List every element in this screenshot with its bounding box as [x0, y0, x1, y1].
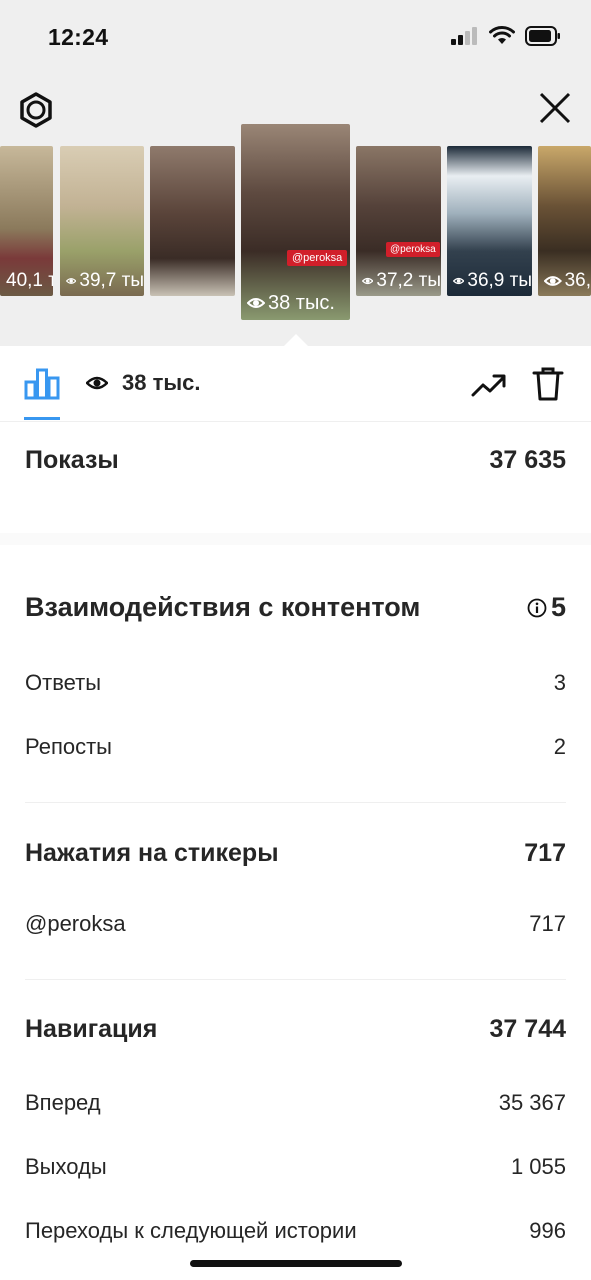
metric-row: Выходы 1 055 — [25, 1154, 566, 1180]
eye-icon — [86, 376, 108, 390]
eye-icon — [66, 278, 77, 284]
mention-sticker: @peroksa — [287, 250, 348, 266]
story-thumbnail[interactable]: 36, — [538, 146, 591, 296]
battery-icon — [525, 26, 560, 46]
next-story-value: 996 — [529, 1218, 566, 1243]
reposts-value: 2 — [553, 734, 566, 759]
forward-label: Вперед — [25, 1090, 101, 1115]
trash-icon — [532, 367, 564, 401]
forward-value: 35 367 — [498, 1090, 566, 1115]
story-views: 38 тыс. — [268, 291, 335, 314]
story-views: 37,2 ты — [376, 270, 441, 291]
navigation-value: 37 744 — [489, 1015, 566, 1043]
impressions-row: Показы 37 635 — [25, 446, 566, 475]
metric-row: Переходы к следующей истории 996 — [25, 1218, 566, 1244]
story-thumbnail[interactable]: 39,7 ты — [60, 146, 144, 296]
viewers-tab[interactable]: 38 тыс. — [86, 370, 201, 396]
gear-icon — [20, 92, 52, 128]
active-tab-underline — [24, 417, 60, 420]
navigation-title: Навигация — [25, 1015, 158, 1043]
eye-icon — [544, 276, 562, 286]
status-bar: 12:24 — [0, 0, 591, 74]
home-indicator — [190, 1260, 402, 1267]
metric-row: Репосты 2 — [25, 734, 566, 760]
settings-button[interactable] — [18, 92, 54, 128]
divider — [25, 979, 566, 980]
close-icon — [539, 92, 571, 124]
metric-row: Вперед 35 367 — [25, 1090, 566, 1116]
info-icon[interactable] — [527, 598, 547, 618]
eye-icon — [453, 277, 465, 285]
sticker-taps-header: Нажатия на стикеры 717 — [25, 839, 566, 868]
story-views: 40,1 ты — [6, 270, 53, 291]
wifi-icon — [489, 26, 515, 44]
insights-tabbar: 38 тыс. — [0, 346, 591, 422]
interactions-title: Взаимодействия с контентом — [25, 592, 421, 622]
story-thumbnail[interactable]: @peroksa 37,2 ты — [356, 146, 441, 296]
eye-icon — [247, 298, 265, 308]
status-time: 12:24 — [48, 24, 109, 50]
exits-value: 1 055 — [510, 1154, 566, 1179]
close-button[interactable] — [537, 90, 573, 126]
delete-button[interactable] — [532, 366, 564, 402]
next-story-label: Переходы к следующей истории — [25, 1218, 357, 1243]
views-count: 38 тыс. — [122, 370, 201, 395]
story-thumbnail-active[interactable]: @peroksa 38 тыс. — [241, 124, 350, 320]
story-thumbnails: 40,1 ты 39,7 ты @peroksa 38 тыс. @peroks… — [0, 124, 591, 324]
mention-sticker: @peroksa — [386, 242, 440, 257]
status-icons — [451, 26, 561, 46]
story-thumbnail[interactable]: 40,1 ты — [0, 146, 53, 296]
trending-up-icon — [471, 374, 506, 397]
sticker-mention-label: @peroksa — [25, 911, 126, 936]
replies-value: 3 — [553, 670, 566, 695]
sticker-taps-title: Нажатия на стикеры — [25, 839, 279, 867]
sticker-taps-value: 717 — [524, 839, 566, 867]
reposts-label: Репосты — [25, 734, 112, 759]
interactions-header: Взаимодействия с контентом 5 — [25, 592, 566, 623]
bar-chart-icon — [24, 368, 60, 400]
signal-icon — [451, 27, 477, 45]
impressions-label: Показы — [25, 446, 119, 474]
story-views: 36,9 ты — [467, 270, 532, 291]
story-thumbnail[interactable]: 36,9 ты — [447, 146, 532, 296]
impressions-value: 37 635 — [489, 446, 566, 474]
metric-row: @peroksa 717 — [25, 911, 566, 937]
story-views: 39,7 ты — [79, 270, 144, 291]
metric-row: Ответы 3 — [25, 670, 566, 696]
exits-label: Выходы — [25, 1154, 107, 1179]
navigation-header: Навигация 37 744 — [25, 1015, 566, 1044]
interactions-value: 5 — [550, 592, 566, 622]
story-views: 36, — [564, 270, 591, 291]
story-thumbnail[interactable] — [150, 146, 235, 296]
sticker-mention-value: 717 — [529, 911, 566, 936]
promote-button[interactable] — [470, 370, 508, 400]
divider — [25, 802, 566, 803]
tab-insights[interactable] — [24, 368, 60, 400]
eye-icon — [362, 277, 374, 285]
section-separator — [0, 533, 591, 545]
replies-label: Ответы — [25, 670, 102, 695]
